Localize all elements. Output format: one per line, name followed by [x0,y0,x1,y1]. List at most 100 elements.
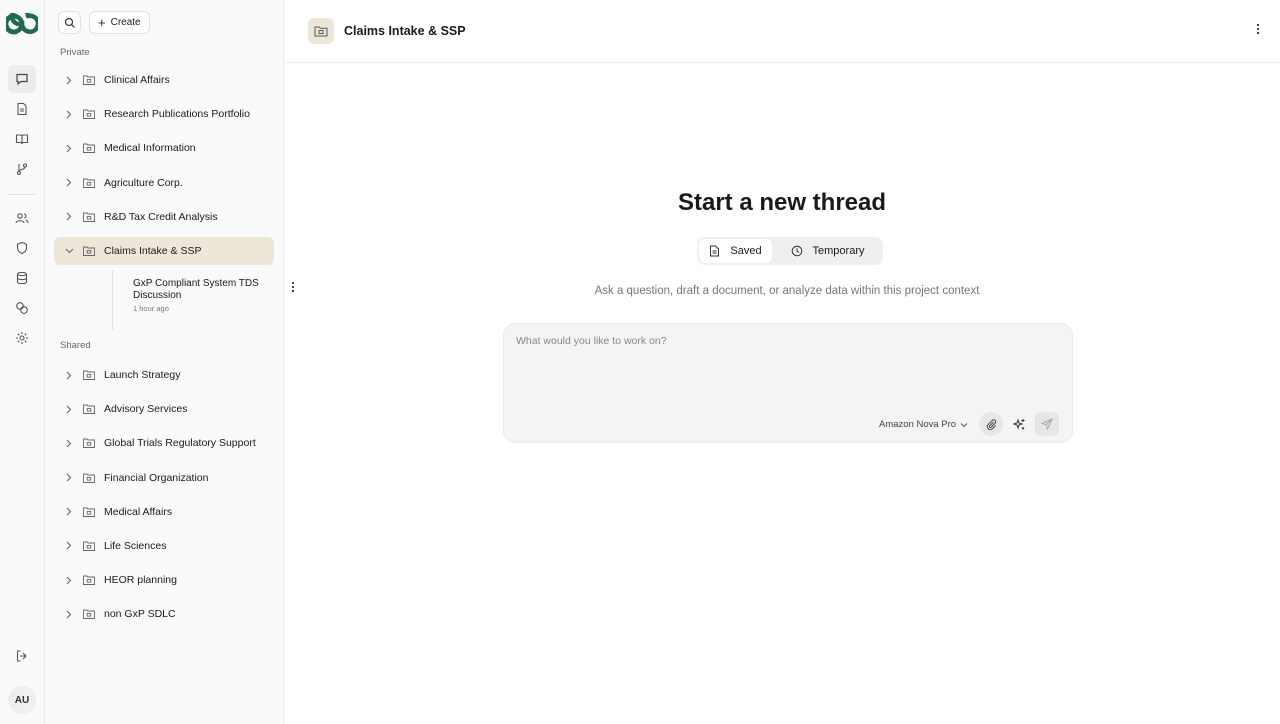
enhance-prompt-button[interactable] [1007,412,1031,436]
hero-title: Start a new thread [677,189,887,216]
project-header: Claims Intake & SSP [284,0,1280,63]
search-button[interactable] [58,11,81,34]
folder-label: Medical Information [104,142,196,155]
folder-label: Advisory Services [104,403,188,416]
folder-item[interactable]: Launch Strategy [54,361,275,389]
folder-icon [83,143,95,154]
folder-icon [83,212,95,222]
icon-rail: AU [0,0,45,724]
folder-label: Medical Affairs [104,505,173,518]
thread-title: GxP Compliant System TDS Discussion [133,278,259,301]
folder-item[interactable]: R&D Tax Credit Analysis [54,203,274,231]
folder-icon [83,370,95,380]
sparkles-icon [1012,417,1024,430]
chevron-right-icon[interactable] [64,212,74,221]
chevron-right-icon[interactable] [64,144,74,153]
shared-folder-list: Launch Strategy Advisory Services Global T… [45,361,284,635]
folder-item[interactable]: HEOR planning [54,566,275,594]
chevron-right-icon[interactable] [64,76,74,85]
coins-icon[interactable] [8,294,36,322]
clock-icon [791,245,802,257]
thread-timestamp: 1 hour ago [133,304,169,313]
folder-icon [83,75,95,85]
plus-icon: + [98,14,106,30]
chat-icon[interactable] [8,65,36,93]
git-branch-icon[interactable] [8,155,36,183]
chevron-right-icon[interactable] [64,610,74,619]
create-button-label: Create [110,17,141,28]
chevron-down-icon [960,422,968,427]
folder-item[interactable]: non GxP SDLC [54,600,275,628]
folder-label: non GxP SDLC [104,608,176,621]
folder-icon [83,178,95,188]
paperclip-icon [986,419,997,430]
folder-item[interactable]: Medical Information [54,134,274,162]
private-folder-list: Clinical Affairs Research Publications Po… [45,66,283,265]
create-button[interactable]: + Create [89,11,150,34]
model-selector[interactable]: Amazon Nova Pro [879,419,968,430]
saved-toggle[interactable]: Saved [699,239,772,263]
composer: Amazon Nova Pro [503,323,1073,443]
temporary-toggle[interactable]: Temporary [774,239,881,263]
chevron-right-icon[interactable] [64,507,74,516]
database-icon[interactable] [8,264,36,292]
folder-item[interactable]: Agriculture Corp. [54,169,274,197]
book-icon[interactable] [8,125,36,153]
folder-item[interactable]: Research Publications Portfolio [54,100,274,128]
folder-item[interactable]: Global Trials Regulatory Support [54,429,275,457]
send-button[interactable] [1035,412,1059,436]
folder-item[interactable]: Advisory Services [54,395,275,423]
chevron-right-icon[interactable] [64,405,74,414]
users-icon[interactable] [8,204,36,232]
folder-icon [83,575,95,586]
thread-mode-toggle: Saved Temporary [697,237,883,265]
gear-icon[interactable] [8,324,36,352]
folder-label: Claims Intake & SSP [104,244,202,257]
folder-label: Launch Strategy [104,369,181,381]
search-icon [64,17,75,28]
shared-section-label: Shared [60,340,91,351]
folder-icon [83,507,95,517]
folder-icon [83,246,95,256]
folder-icon [83,473,95,483]
folder-icon [83,541,95,551]
folder-label: Global Trials Regulatory Support [104,437,256,450]
folder-label: HEOR planning [104,574,177,587]
page-title: Claims Intake & SSP [344,24,466,38]
folder-icon [83,109,95,120]
chevron-right-icon[interactable] [64,439,74,448]
copilot-logo[interactable] [5,10,39,38]
main-panel: Claims Intake & SSP Start a new thread S… [284,0,1280,724]
logout-icon[interactable] [8,642,36,670]
folder-icon [83,609,95,620]
folder-label: Agriculture Corp. [104,176,183,189]
model-label: Amazon Nova Pro [879,419,957,430]
chevron-right-icon[interactable] [64,541,74,550]
folder-item[interactable]: Claims Intake & SSP [54,236,274,265]
chevron-right-icon[interactable] [64,371,74,380]
thread-item[interactable]: GxP Compliant System TDS Discussion 1 ho… [112,278,312,313]
folder-item[interactable]: Medical Affairs [54,498,275,526]
private-section-label: Private [60,47,90,58]
shield-icon[interactable] [8,234,36,262]
attach-button[interactable] [979,412,1003,436]
chevron-right-icon[interactable] [64,473,74,482]
chevron-right-icon[interactable] [64,178,74,187]
chevron-right-icon[interactable] [64,110,74,119]
document-icon[interactable] [8,95,36,123]
send-icon [1041,418,1053,430]
folder-icon [83,438,95,449]
folder-item[interactable]: Life Sciences [54,532,275,560]
folder-icon [308,18,334,44]
folder-icon [83,404,95,415]
folder-label: Research Publications Portfolio [104,108,250,121]
more-options-icon[interactable] [1256,22,1260,40]
prompt-input[interactable] [516,335,1056,347]
chevron-right-icon[interactable] [64,576,74,585]
chevron-down-icon[interactable] [64,248,74,254]
folder-label: Clinical Affairs [104,74,170,86]
document-icon [710,245,720,257]
avatar[interactable]: AU [8,686,36,714]
folder-item[interactable]: Financial Organization [54,464,275,492]
folder-item[interactable]: Clinical Affairs [54,66,274,94]
